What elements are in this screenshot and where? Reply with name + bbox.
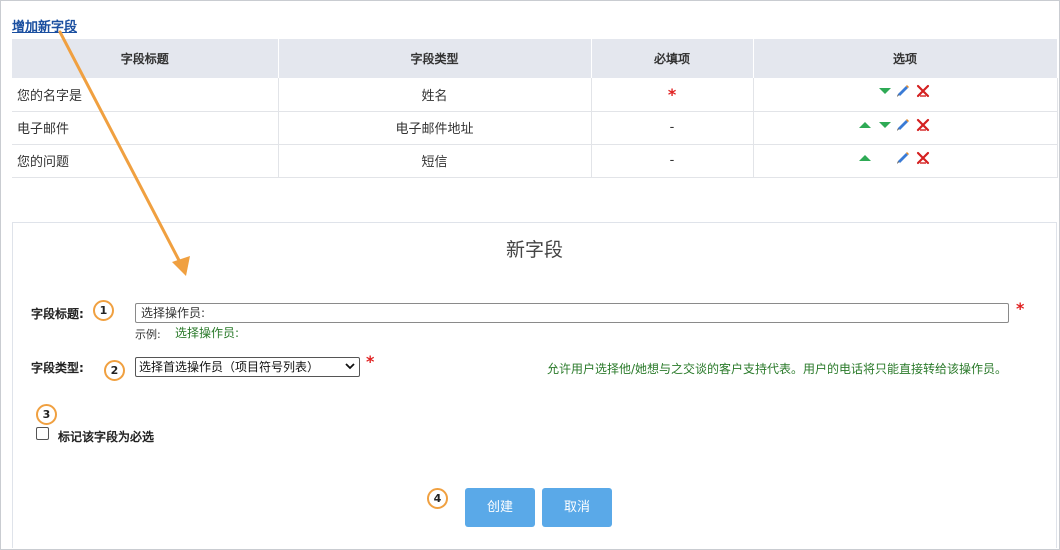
required-checkbox-label: 标记该字段为必选 [58, 430, 155, 444]
field-type-selected-value: 选择首选操作员（项目符号列表） [139, 360, 320, 374]
field-type-label: 字段类型: [31, 361, 84, 375]
required-star: * [1016, 299, 1025, 318]
field-title-cell: 您的名字是 [12, 78, 279, 112]
edit-pencil-icon[interactable] [896, 84, 910, 98]
field-type-cell: 电子邮件地址 [278, 111, 592, 145]
options-cell [753, 111, 1058, 145]
required-cell: * [591, 78, 754, 112]
example-label: 示例: [135, 328, 161, 341]
example-value: 选择操作员: [175, 326, 240, 340]
panel-title: 新字段 [505, 239, 563, 261]
field-type-select[interactable]: 选择首选操作员（项目符号列表） [135, 357, 360, 377]
column-header-type: 字段类型 [278, 39, 592, 78]
fields-table: 字段标题 字段类型 必填项 选项 您的名字是 姓名 * 电子邮件 电子邮件地址 … [12, 39, 1058, 178]
field-title-input[interactable]: 选择操作员: [135, 303, 1009, 323]
delete-x-icon[interactable] [916, 84, 930, 98]
field-type-cell: 短信 [278, 144, 592, 178]
required-star: * [366, 352, 375, 371]
table-row: 电子邮件 电子邮件地址 - [12, 111, 1058, 145]
edit-pencil-icon[interactable] [896, 118, 910, 132]
up-arrow-icon[interactable] [858, 151, 872, 165]
chevron-down-icon [345, 363, 355, 370]
down-arrow-icon[interactable] [878, 84, 892, 98]
table-header-row: 字段标题 字段类型 必填项 选项 [12, 39, 1058, 78]
row-actions [859, 149, 940, 169]
annotation-badge-4: 4 [427, 488, 448, 509]
annotation-badge-1: 1 [93, 300, 114, 321]
add-new-field-link[interactable]: 增加新字段 [12, 16, 77, 35]
annotation-badge-3: 3 [36, 404, 57, 425]
required-checkbox[interactable] [36, 427, 49, 440]
delete-x-icon[interactable] [916, 118, 930, 132]
field-type-hint: 允许用户选择他/她想与之交谈的客户支持代表。用户的电话将只能直接转给该操作员。 [547, 362, 1008, 376]
required-cell: - [591, 144, 754, 178]
new-field-panel: 新字段 字段标题: 1 选择操作员: * 示例: 选择操作员: 字段类型: 2 … [12, 222, 1057, 548]
required-star: * [667, 84, 677, 104]
options-cell [753, 144, 1058, 178]
down-arrow-icon[interactable] [878, 118, 892, 132]
table-row: 您的问题 短信 - [12, 144, 1058, 178]
column-header-required: 必填项 [591, 39, 754, 78]
row-actions [859, 116, 940, 136]
cancel-button[interactable]: 取消 [542, 488, 612, 527]
annotation-badge-2: 2 [104, 360, 125, 381]
table-row: 您的名字是 姓名 * [12, 78, 1058, 112]
row-actions [870, 82, 940, 102]
delete-x-icon[interactable] [916, 151, 930, 165]
required-cell: - [591, 111, 754, 145]
options-cell [753, 78, 1058, 112]
up-arrow-icon[interactable] [858, 118, 872, 132]
edit-pencil-icon[interactable] [896, 151, 910, 165]
field-title-cell: 您的问题 [12, 144, 279, 178]
field-title-cell: 电子邮件 [12, 111, 279, 145]
field-title-input-value: 选择操作员: [141, 306, 206, 320]
column-header-title: 字段标题 [12, 39, 279, 78]
field-type-cell: 姓名 [278, 78, 592, 112]
field-title-label: 字段标题: [31, 307, 84, 321]
column-header-options: 选项 [753, 39, 1058, 78]
create-button[interactable]: 创建 [465, 488, 535, 527]
